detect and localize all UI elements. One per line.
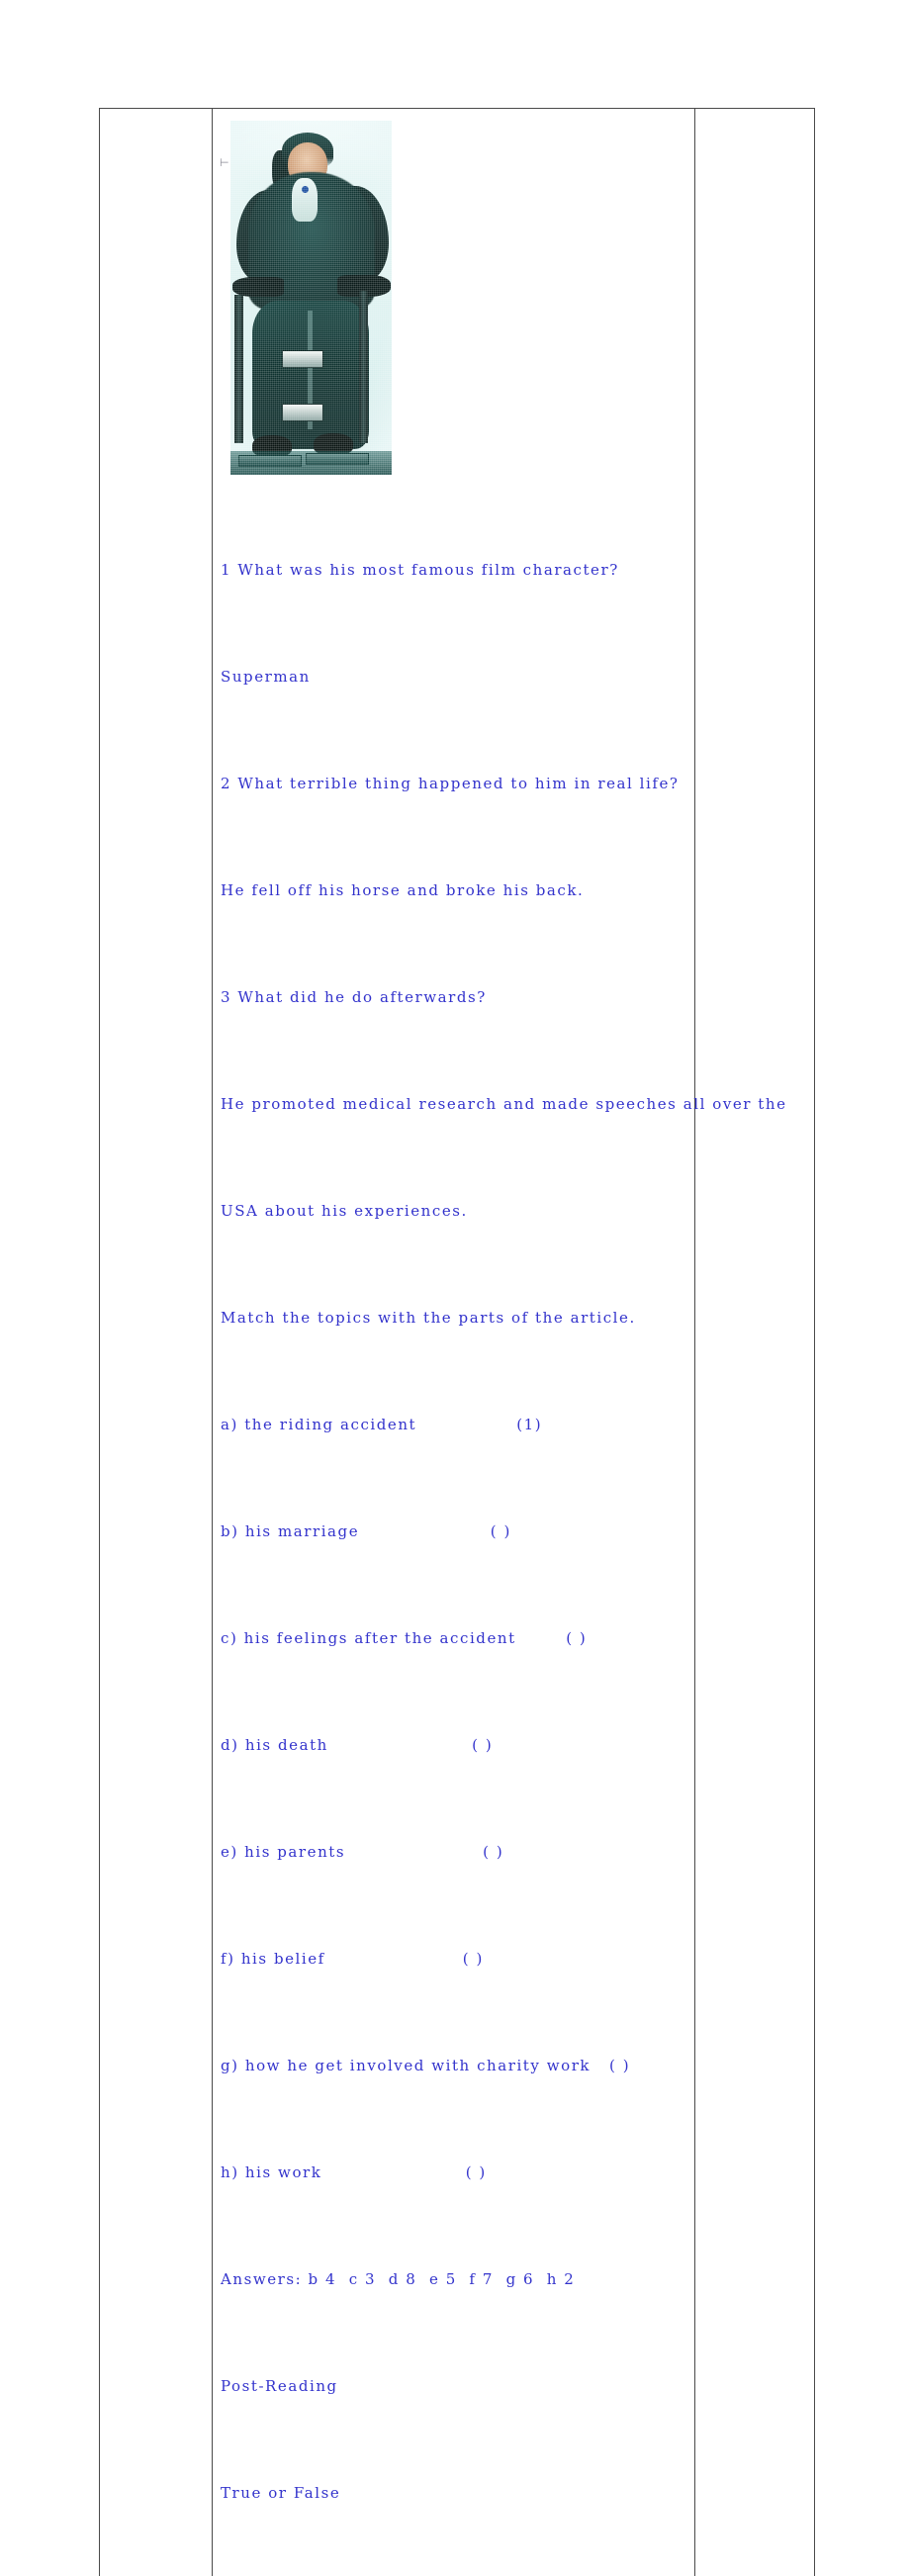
photo-armrest-left (232, 277, 284, 297)
post-reading-heading: Post-Reading (221, 2368, 688, 2404)
match-item-d: d) his death ( ) (221, 1727, 688, 1763)
answers-line: Answers: b 4 c 3 d 8 e 5 f 7 g 6 h 2 (221, 2261, 688, 2297)
photo-background (230, 121, 392, 475)
text-line-q1: 1 What was his most famous film characte… (221, 552, 688, 588)
lesson-plan-table: 1 What was his most famous film characte… (99, 108, 815, 2576)
text-line-a3-part1: He promoted medical research and made sp… (221, 1086, 688, 1122)
right-column-content (695, 109, 814, 1167)
text-line-a2: He fell off his horse and broke his back… (221, 873, 688, 908)
photo-chair-rail-left (234, 295, 243, 443)
table-row: 1 What was his most famous film characte… (100, 109, 815, 2576)
photo-floor (230, 451, 392, 475)
worksheet-text-block: 1 What was his most famous film characte… (221, 481, 688, 2576)
match-item-c: c) his feelings after the accident ( ) (221, 1620, 688, 1656)
match-item-g: g) how he get involved with charity work… (221, 2048, 688, 2083)
text-line-q3: 3 What did he do afterwards? (221, 979, 688, 1015)
match-item-b: b) his marriage ( ) (221, 1514, 688, 1549)
match-item-h: h) his work ( ) (221, 2155, 688, 2190)
photo-leg-strap-lower (282, 404, 323, 421)
table-cell-left[interactable] (100, 109, 213, 2576)
table-cell-right[interactable] (695, 109, 815, 2576)
photo-leg-strap-upper (282, 350, 323, 368)
table-cell-main[interactable]: 1 What was his most famous film characte… (213, 109, 695, 2576)
text-line-a1: Superman (221, 659, 688, 694)
true-or-false-heading: True or False (221, 2475, 688, 2511)
photo-shirt (292, 178, 318, 222)
document-page: 1 What was his most famous film characte… (0, 0, 910, 1288)
left-column-content (100, 109, 212, 1167)
man-in-wheelchair-photo (230, 121, 392, 475)
text-line-a3-part2: USA about his experiences. (221, 1193, 688, 1229)
match-item-f: f) his belief ( ) (221, 1941, 688, 1977)
photo-chair-rail-right (359, 291, 368, 443)
match-item-e: e) his parents ( ) (221, 1834, 688, 1870)
text-line-instruction: Match the topics with the parts of the a… (221, 1300, 688, 1335)
match-item-a: a) the riding accident (1) (221, 1407, 688, 1442)
photo-tie-knot (302, 186, 309, 193)
text-line-q2: 2 What terrible thing happened to him in… (221, 766, 688, 801)
image-anchor-icon: ⊢ (220, 158, 228, 168)
main-column-content: 1 What was his most famous film characte… (213, 121, 694, 2576)
